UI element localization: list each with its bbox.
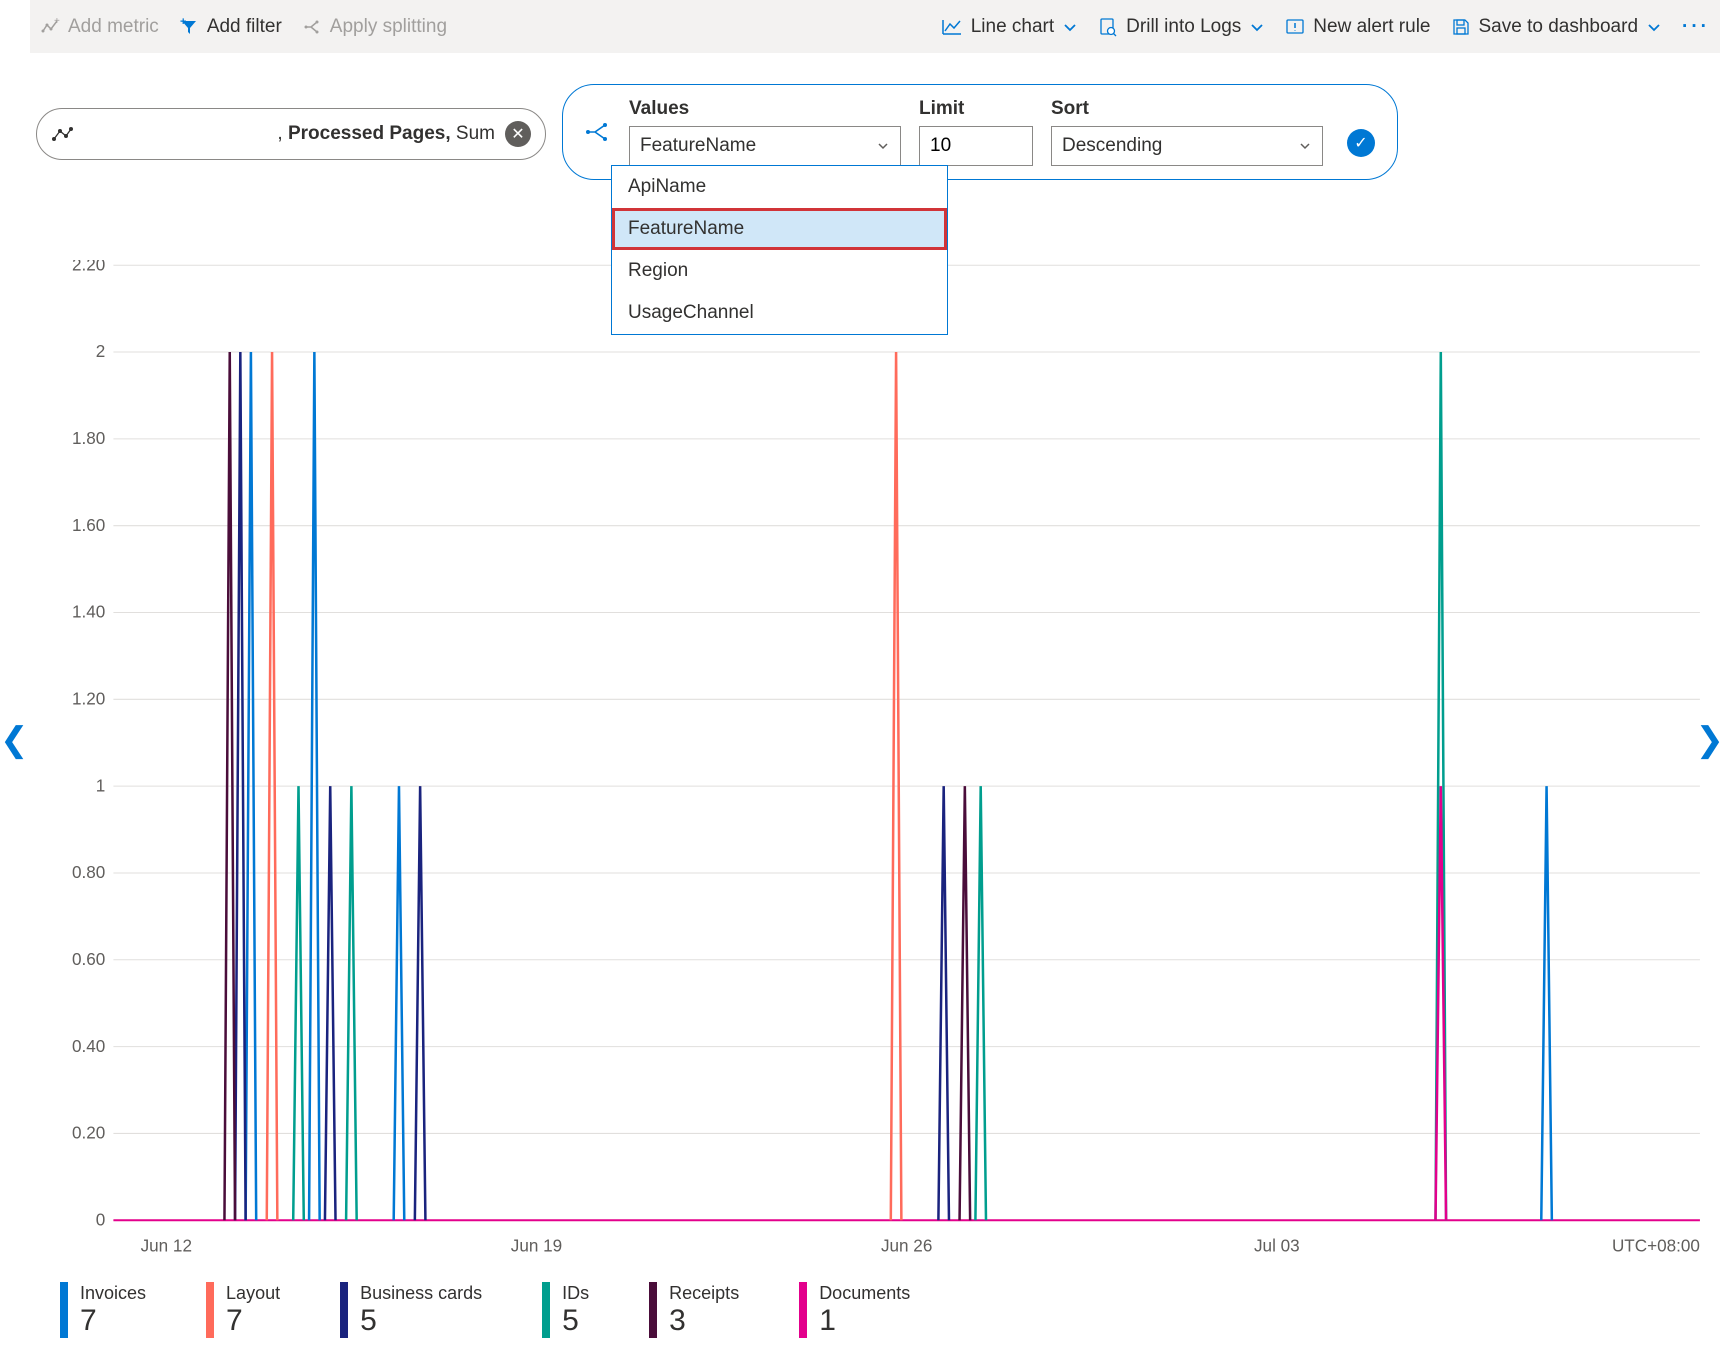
limit-label: Limit — [919, 98, 1033, 120]
svg-text:Jul 03: Jul 03 — [1254, 1235, 1300, 1255]
metric-pill[interactable]: , Processed Pages, Sum ✕ — [36, 108, 546, 160]
legend-value: 7 — [226, 1304, 280, 1338]
legend-item[interactable]: Receipts 3 — [649, 1282, 739, 1338]
svg-text:1.60: 1.60 — [72, 515, 106, 535]
legend-value: 1 — [819, 1304, 910, 1338]
svg-text:1.20: 1.20 — [72, 688, 106, 708]
svg-text:+: + — [54, 17, 60, 27]
apply-splitting-button[interactable]: Apply splitting — [302, 16, 447, 38]
svg-text:1.40: 1.40 — [72, 601, 106, 621]
svg-text:2.20: 2.20 — [72, 260, 106, 275]
chart: 2.20 2 1.80 1.60 1.40 1.20 1 0.80 0.60 0.40 0.20 0 J… — [58, 260, 1710, 1262]
chevron-down-icon — [1298, 139, 1312, 153]
more-button[interactable]: ··· — [1682, 16, 1710, 38]
legend-color — [60, 1282, 68, 1338]
dropdown-item[interactable]: ApiName — [612, 166, 947, 208]
legend-color — [799, 1282, 807, 1338]
legend-value: 7 — [80, 1304, 146, 1338]
chevron-down-icon — [1062, 19, 1078, 35]
line-chart-icon — [941, 17, 963, 37]
legend-color — [649, 1282, 657, 1338]
drill-logs-icon — [1098, 17, 1118, 37]
svg-text:Jun 19: Jun 19 — [511, 1235, 562, 1255]
chevron-down-icon — [1249, 19, 1265, 35]
legend-item[interactable]: Invoices 7 — [60, 1282, 146, 1338]
values-select[interactable]: FeatureName — [629, 126, 901, 166]
dropdown-item[interactable]: Region — [612, 250, 947, 292]
dropdown-item[interactable]: UsageChannel — [612, 292, 947, 334]
prev-chart-button[interactable]: ❮ — [0, 720, 29, 760]
sort-value: Descending — [1062, 135, 1162, 157]
dropdown-item[interactable]: FeatureName — [612, 208, 947, 250]
add-filter-button[interactable]: + Add filter — [179, 16, 282, 38]
svg-text:0.40: 0.40 — [72, 1036, 106, 1056]
svg-text:0.60: 0.60 — [72, 949, 106, 969]
line-chart-button[interactable]: Line chart — [941, 16, 1078, 38]
add-filter-label: Add filter — [207, 16, 282, 38]
chevron-down-icon — [1646, 19, 1662, 35]
svg-text:2: 2 — [96, 341, 106, 361]
add-metric-icon: + — [40, 17, 60, 37]
chart-svg: 2.20 2 1.80 1.60 1.40 1.20 1 0.80 0.60 0.40 0.20 0 J… — [58, 260, 1710, 1262]
add-metric-label: Add metric — [68, 16, 159, 38]
legend-name: Invoices — [80, 1283, 146, 1304]
svg-text:1: 1 — [96, 775, 106, 795]
new-alert-label: New alert rule — [1313, 16, 1430, 38]
metric-text: , Processed Pages, Sum — [73, 123, 495, 145]
toolbar: + Add metric + Add filter Apply splittin… — [30, 0, 1720, 53]
svg-text:+: + — [180, 17, 186, 28]
add-metric-button[interactable]: + Add metric — [40, 16, 159, 38]
confirm-split-button[interactable]: ✓ — [1347, 129, 1375, 157]
legend-value: 5 — [562, 1304, 589, 1338]
svg-text:0.20: 0.20 — [72, 1122, 106, 1142]
legend-name: IDs — [562, 1283, 589, 1304]
legend-name: Layout — [226, 1283, 280, 1304]
legend-value: 3 — [669, 1304, 739, 1338]
sort-select[interactable]: Descending — [1051, 126, 1323, 166]
sort-label: Sort — [1051, 98, 1323, 120]
drill-logs-button[interactable]: Drill into Logs — [1098, 16, 1265, 38]
svg-text:0.80: 0.80 — [72, 862, 106, 882]
legend-value: 5 — [360, 1304, 482, 1338]
legend-name: Documents — [819, 1283, 910, 1304]
filter-icon: + — [179, 17, 199, 37]
svg-text:1.80: 1.80 — [72, 428, 106, 448]
legend-item[interactable]: Layout 7 — [206, 1282, 280, 1338]
save-dashboard-button[interactable]: Save to dashboard — [1451, 16, 1663, 38]
legend-item[interactable]: Business cards 5 — [340, 1282, 482, 1338]
line-chart-label: Line chart — [971, 16, 1054, 38]
legend-item[interactable]: Documents 1 — [799, 1282, 910, 1338]
svg-text:Jun 26: Jun 26 — [881, 1235, 932, 1255]
values-label: Values — [629, 98, 901, 120]
legend-color — [340, 1282, 348, 1338]
values-dropdown: ApiNameFeatureNameRegionUsageChannel — [611, 165, 948, 335]
legend-color — [206, 1282, 214, 1338]
svg-text:0: 0 — [96, 1209, 106, 1229]
splitting-icon — [302, 17, 322, 37]
save-dashboard-label: Save to dashboard — [1479, 16, 1639, 38]
svg-text:Jun 12: Jun 12 — [141, 1235, 192, 1255]
limit-input[interactable] — [919, 126, 1033, 166]
new-alert-button[interactable]: New alert rule — [1285, 16, 1430, 38]
metric-icon — [51, 125, 73, 143]
chevron-down-icon — [876, 139, 890, 153]
svg-text:UTC+08:00: UTC+08:00 — [1612, 1235, 1700, 1255]
legend: Invoices 7 Layout 7 Business cards 5 IDs… — [60, 1282, 1710, 1338]
legend-color — [542, 1282, 550, 1338]
values-value: FeatureName — [640, 135, 756, 157]
save-icon — [1451, 17, 1471, 37]
remove-metric-button[interactable]: ✕ — [505, 121, 531, 147]
legend-name: Business cards — [360, 1283, 482, 1304]
legend-name: Receipts — [669, 1283, 739, 1304]
alert-icon — [1285, 17, 1305, 37]
legend-item[interactable]: IDs 5 — [542, 1282, 589, 1338]
drill-logs-label: Drill into Logs — [1126, 16, 1241, 38]
apply-splitting-label: Apply splitting — [330, 16, 447, 38]
split-icon — [585, 121, 611, 143]
